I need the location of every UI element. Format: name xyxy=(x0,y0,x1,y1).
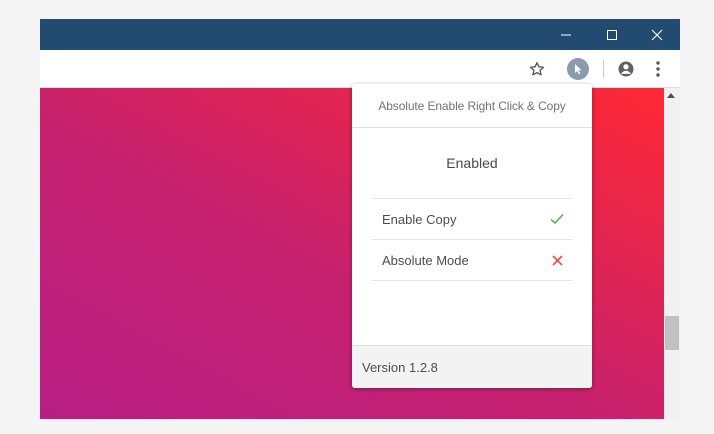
option-enable-copy[interactable]: Enable Copy xyxy=(372,199,572,239)
close-icon xyxy=(651,29,663,40)
popup-footer: Version 1.2.8 xyxy=(352,345,592,388)
minimize-button[interactable] xyxy=(543,19,589,50)
popup-title: Absolute Enable Right Click & Copy xyxy=(352,84,592,128)
profile-button[interactable] xyxy=(614,50,638,87)
version-label: Version 1.2.8 xyxy=(362,360,438,375)
extension-popup: Absolute Enable Right Click & Copy Enabl… xyxy=(352,84,592,388)
option-absolute-mode[interactable]: Absolute Mode xyxy=(372,240,572,280)
x-icon xyxy=(542,240,572,280)
option-label: Absolute Mode xyxy=(382,252,469,268)
status-label[interactable]: Enabled xyxy=(352,128,592,198)
title-bar xyxy=(40,19,680,50)
extension-button[interactable] xyxy=(563,50,593,87)
scroll-thumb[interactable] xyxy=(665,316,679,350)
check-icon xyxy=(542,199,572,239)
option-divider xyxy=(372,280,572,281)
browser-toolbar xyxy=(40,50,680,88)
extension-icon xyxy=(567,57,589,80)
option-label: Enable Copy xyxy=(382,211,457,227)
bookmark-star-button[interactable] xyxy=(524,50,550,87)
star-icon xyxy=(529,61,545,75)
scroll-up-arrow-icon[interactable] xyxy=(667,93,675,98)
maximize-icon xyxy=(607,29,617,40)
profile-icon xyxy=(618,61,634,76)
maximize-button[interactable] xyxy=(589,19,635,50)
vertical-scrollbar[interactable] xyxy=(664,88,680,419)
minimize-icon xyxy=(561,34,571,35)
close-button[interactable] xyxy=(634,19,680,50)
menu-icon xyxy=(656,60,660,77)
browser-menu-button[interactable] xyxy=(646,50,670,87)
toolbar-separator xyxy=(603,60,604,78)
